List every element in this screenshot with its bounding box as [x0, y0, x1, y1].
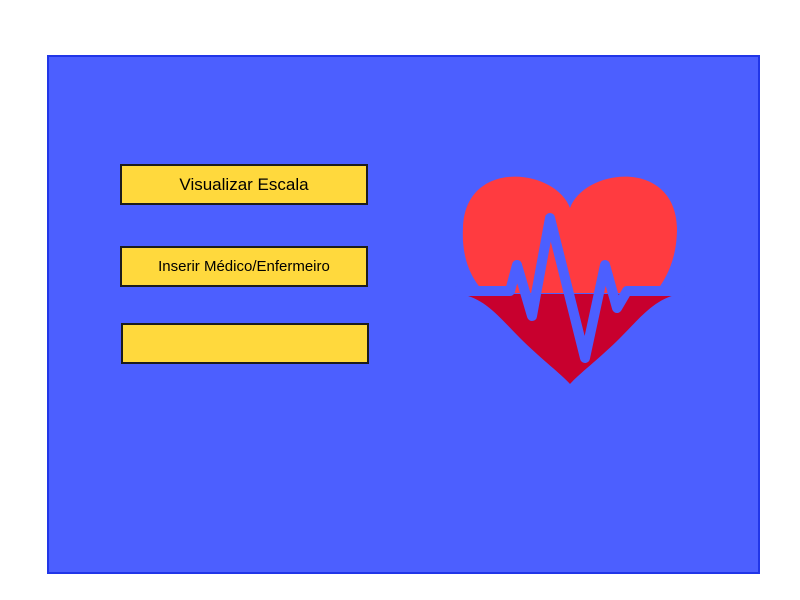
- view-schedule-label: Visualizar Escala: [179, 174, 309, 194]
- heart-upper-shape: [462, 176, 677, 293]
- view-schedule-button[interactable]: Visualizar Escala: [120, 164, 368, 205]
- app-screen: Visualizar Escala Inserir Médico/Enferme…: [0, 0, 800, 600]
- blank-button[interactable]: [121, 323, 369, 364]
- heart-pulse-icon: [455, 176, 685, 384]
- insert-doctor-nurse-button[interactable]: Inserir Médico/Enfermeiro: [120, 246, 368, 287]
- insert-doctor-nurse-label: Inserir Médico/Enfermeiro: [158, 258, 330, 275]
